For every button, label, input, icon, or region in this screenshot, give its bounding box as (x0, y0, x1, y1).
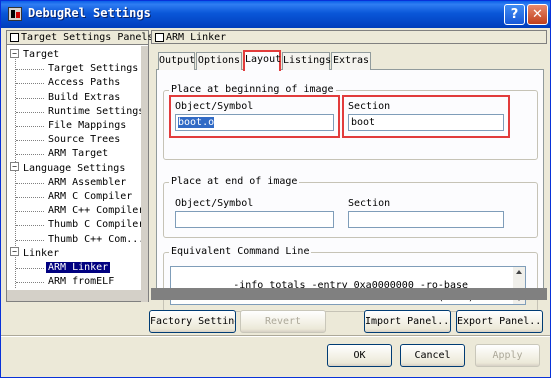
tree-item-label: Runtime Settings (48, 105, 141, 117)
panel-header: ARM Linker (151, 30, 547, 44)
tree-connector (16, 268, 44, 269)
ok-button[interactable]: OK (327, 344, 392, 367)
tab-extras[interactable]: Extras (331, 52, 371, 70)
tree-connector (16, 225, 44, 227)
group-command-line: Equivalent Command Line -info totals -en… (163, 246, 538, 312)
settings-panels-header: Target Settings Panels (7, 31, 153, 45)
tree-item-label: Thumb C++ Com... (48, 233, 141, 245)
tree-item-label: Access Paths (48, 77, 121, 89)
collapse-icon[interactable]: − (10, 48, 19, 58)
tree-item-label: File Mappings (48, 120, 127, 131)
tree-connector (16, 154, 44, 156)
command-line-title: Equivalent Command Line (169, 246, 312, 258)
tree-item[interactable]: ARM C++ Compiler (48, 204, 141, 218)
tree-item[interactable]: File Mappings (48, 119, 126, 133)
layout-tab-body: Place at beginning of image Object/Symbo… (156, 69, 544, 312)
title-bar[interactable]: DebugRel Settings ? ✕ (1, 1, 550, 28)
tree-connector (16, 126, 44, 127)
object-symbol-label: Object/Symbol (175, 101, 254, 112)
collapse-icon[interactable]: − (10, 247, 19, 257)
tree-item[interactable]: Runtime Settings (48, 105, 141, 119)
tree-connector (16, 140, 44, 142)
end-section-field[interactable] (348, 211, 504, 228)
tree-item-label: ARM C++ Compiler (48, 205, 141, 217)
settings-window: DebugRel Settings ? ✕ Target Settings Pa… (0, 0, 551, 378)
tree-connector (16, 182, 44, 184)
settings-tree[interactable]: − Target Target Settings Access Paths Build … (7, 46, 141, 301)
tree-category[interactable]: − Linker (10, 247, 59, 261)
apply-button[interactable]: Apply (475, 344, 540, 367)
tree-connector (16, 239, 44, 241)
tree-item[interactable]: ARM C Compiler (48, 190, 132, 204)
tree-connector (16, 211, 44, 213)
tree-item-label: ARM Linker (46, 262, 111, 273)
tree-connector (16, 83, 44, 85)
section-field[interactable]: boot (348, 114, 504, 131)
close-button[interactable]: ✕ (527, 4, 548, 25)
tree-connector (16, 282, 44, 284)
export-panel-button[interactable]: Export Panel... (456, 310, 543, 333)
tree-item[interactable]: Source Trees (48, 133, 120, 147)
tree-connector (16, 97, 44, 99)
tree-category-label: Language Settings (23, 162, 126, 174)
tab-layout[interactable]: Layout (243, 50, 281, 71)
object-symbol-value: boot.o (178, 117, 215, 128)
tree-item[interactable]: Access Paths (48, 76, 120, 90)
tab-options[interactable]: Options (196, 52, 242, 70)
panel-horizontal-scrollbar[interactable] (151, 288, 547, 300)
tree-item[interactable]: ARM Target (48, 147, 108, 161)
tree-category[interactable]: − Target (10, 48, 59, 62)
tree-item[interactable]: Build Extras (48, 91, 120, 105)
tree-item-label: ARM C Compiler (48, 191, 133, 202)
window-title: DebugRel Settings (28, 6, 151, 20)
settings-panels-tree-frame: Target Settings Panels − Target Target Set… (6, 30, 153, 302)
tree-item-label: ARM Target (48, 148, 109, 160)
factory-settings-button[interactable]: Factory Settings (149, 310, 236, 333)
tree-item-label: Source Trees (48, 134, 121, 146)
tree-connector (16, 69, 44, 71)
tree-item[interactable]: Thumb C++ Com... (48, 233, 141, 247)
help-button[interactable]: ? (504, 4, 525, 25)
tree-item[interactable]: Thumb C Compiler (48, 218, 141, 232)
tab-output[interactable]: Output (158, 52, 195, 70)
end-object-symbol-label: Object/Symbol (175, 198, 254, 209)
app-icon (8, 7, 22, 21)
tree-horizontal-scrollbar[interactable] (7, 289, 141, 301)
panel-title: ARM Linker (166, 32, 227, 43)
section-label: Section (348, 101, 391, 112)
tree-item[interactable]: Target Settings (48, 62, 138, 76)
tree-connector (16, 111, 44, 113)
group-place-end-title: Place at end of image (169, 176, 300, 188)
tree-item-label: Target Settings (48, 63, 139, 75)
tree-item[interactable]: ARM Assembler (48, 176, 126, 190)
tree-category-label: Linker (23, 247, 60, 259)
tree-item[interactable]: ARM Linker (46, 261, 111, 275)
revert-button[interactable]: Revert (240, 310, 326, 333)
tree-item-label: ARM fromELF (48, 276, 115, 288)
separator (1, 335, 550, 337)
scroll-up-icon[interactable] (516, 270, 522, 274)
tree-category[interactable]: − Language Settings (10, 162, 125, 176)
end-section-label: Section (348, 198, 391, 209)
end-object-symbol-field[interactable] (175, 211, 334, 228)
settings-panels-title: Target Settings Panels (21, 32, 154, 43)
tree-category-label: Target (23, 49, 60, 60)
panel-icon (155, 33, 164, 42)
group-place-beginning: Place at beginning of image Object/Symbo… (163, 84, 538, 160)
tree-item-label: Build Extras (48, 91, 121, 103)
tree-item[interactable]: ARM fromELF (48, 275, 114, 289)
import-panel-button[interactable]: Import Panel... (364, 310, 451, 333)
tree-item-label: ARM Assembler (48, 176, 127, 188)
panel-icon (10, 33, 19, 42)
tree-vertical-scrollbar[interactable] (141, 46, 148, 302)
collapse-icon[interactable]: − (10, 162, 19, 172)
object-symbol-field[interactable]: boot.o (175, 114, 334, 131)
panel-content: ARM Linker Place at beginning of image O… (151, 30, 547, 312)
tab-listings[interactable]: Listings (282, 52, 331, 70)
group-place-end: Place at end of image Object/Symbol Sect… (163, 176, 538, 238)
tree-connector (16, 197, 44, 198)
cancel-button[interactable]: Cancel (400, 344, 465, 367)
tree-item-label: Thumb C Compiler (48, 219, 141, 231)
